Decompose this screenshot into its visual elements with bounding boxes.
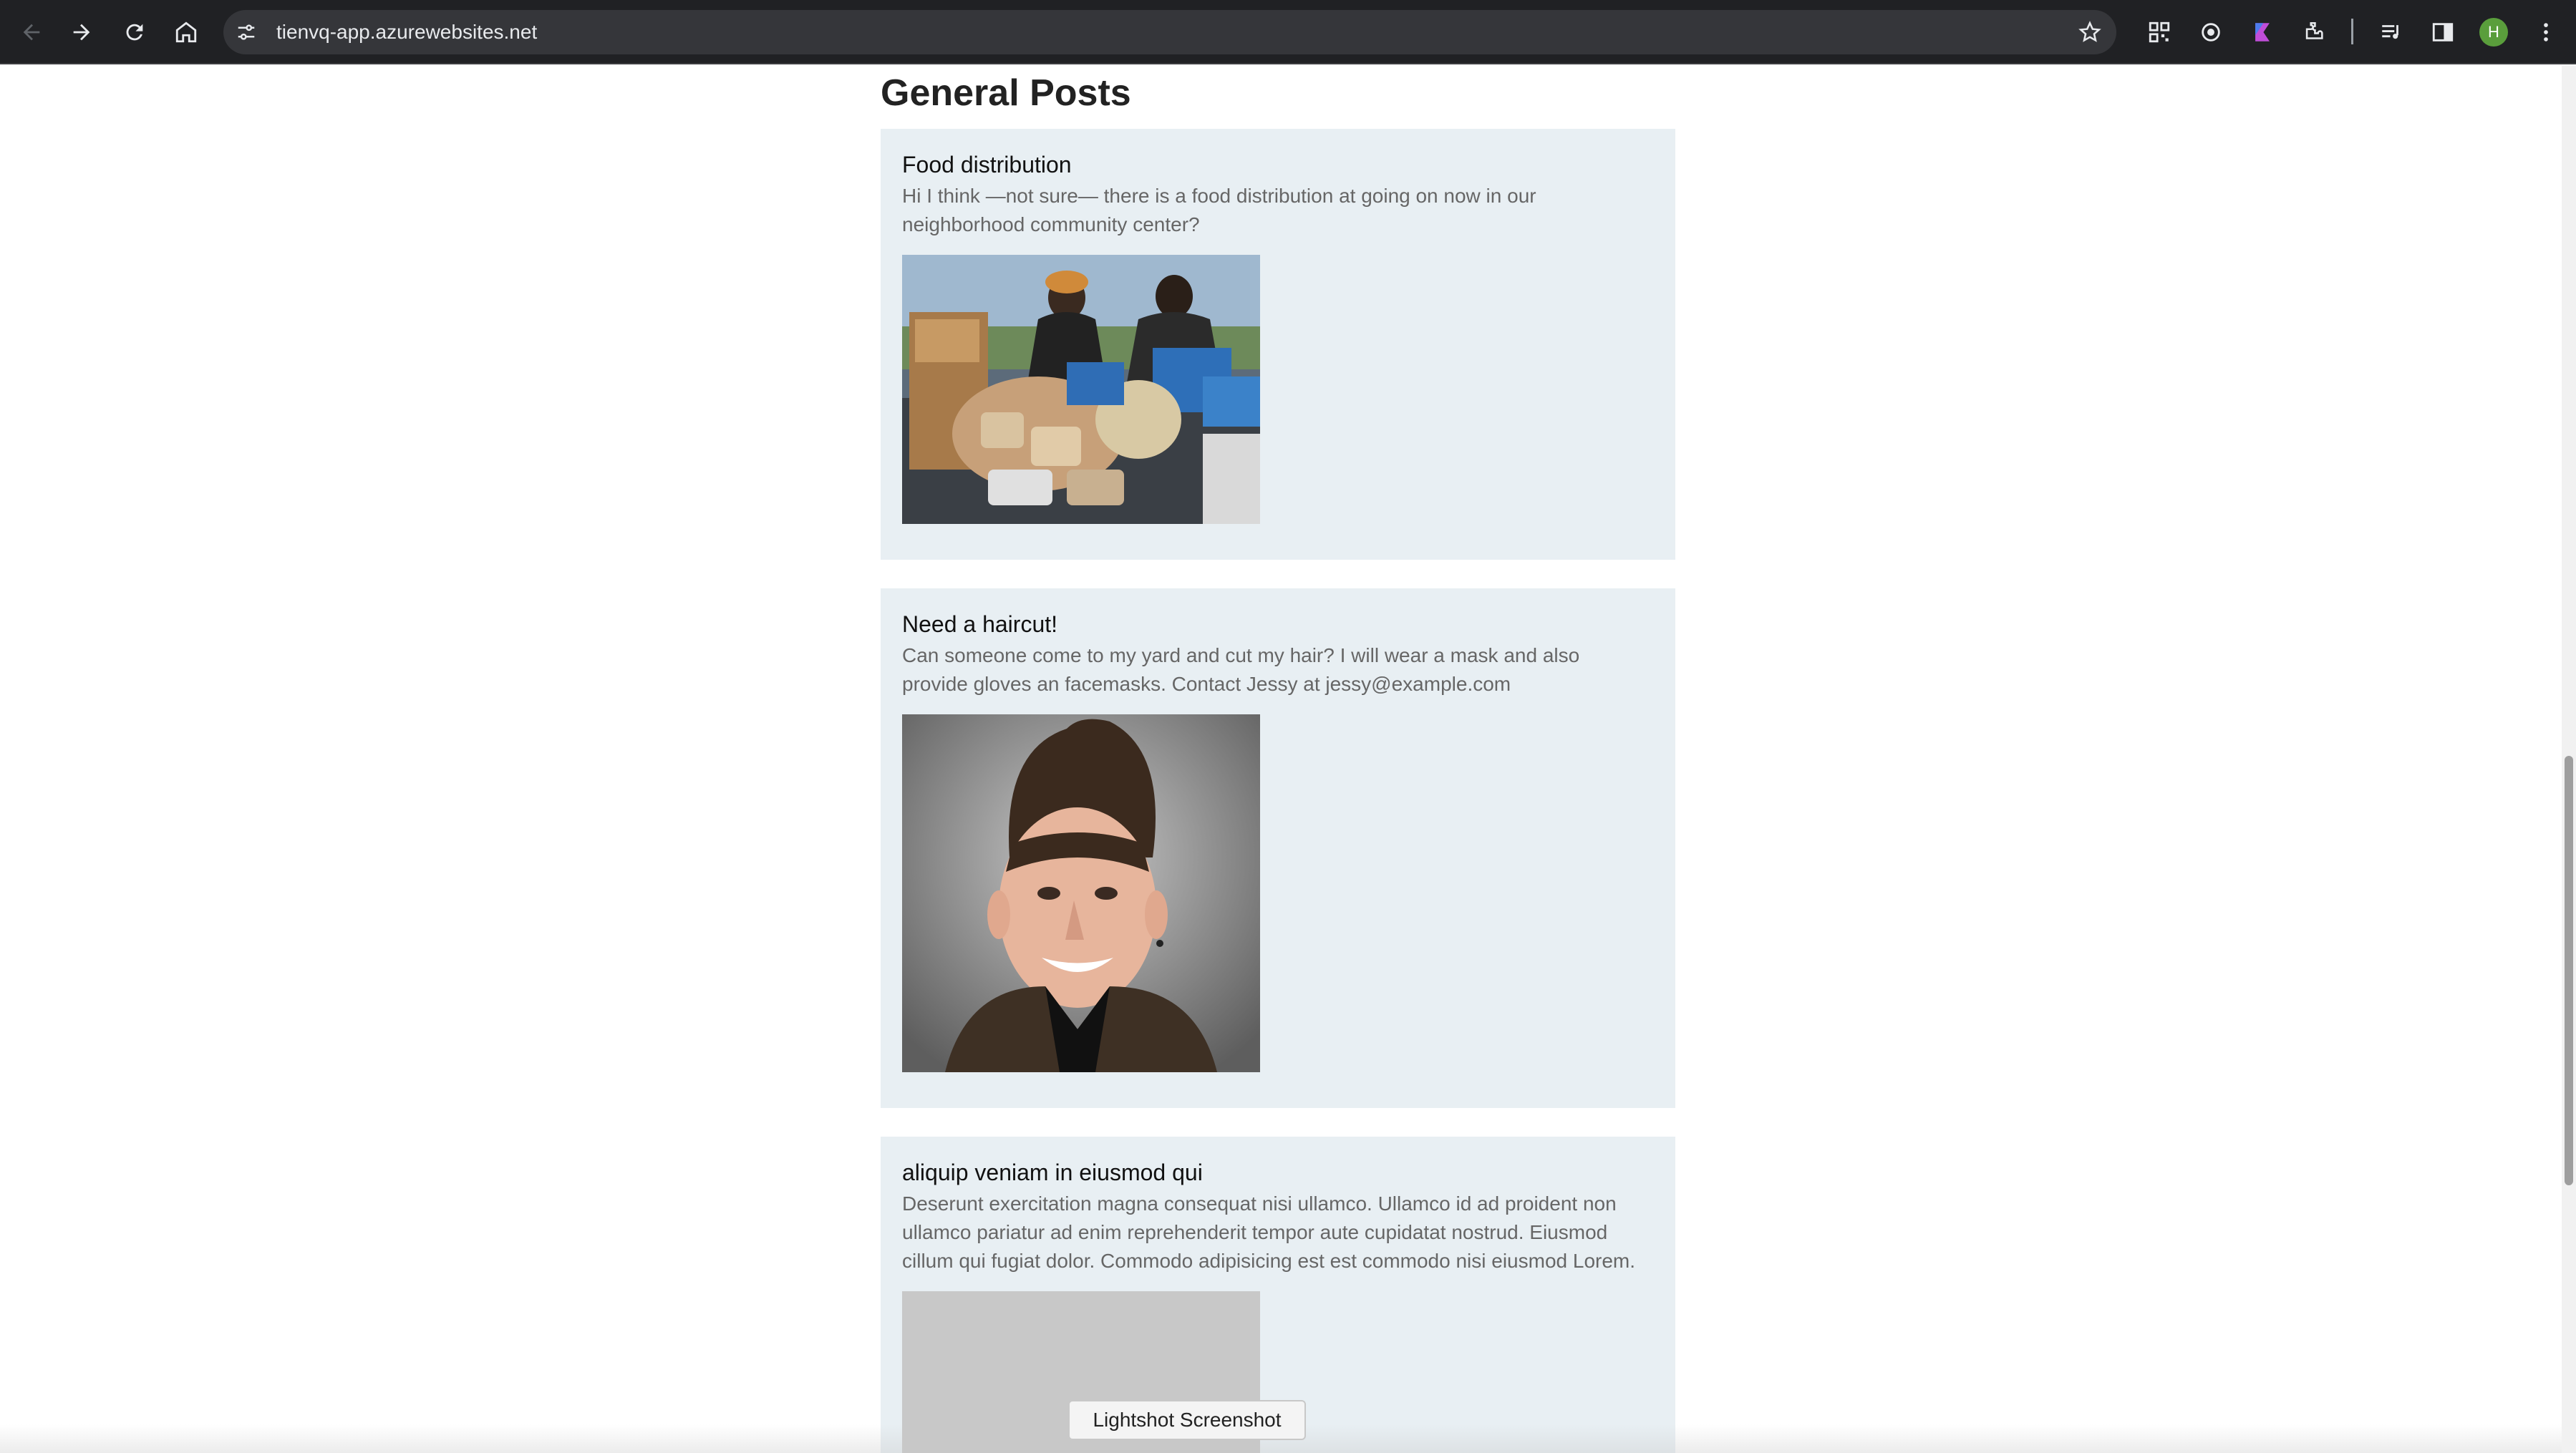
post-title: Need a haircut! bbox=[902, 611, 1058, 637]
post-body: Can someone come to my yard and cut my h… bbox=[902, 644, 1580, 695]
back-button[interactable] bbox=[14, 15, 49, 49]
home-icon bbox=[175, 21, 197, 43]
profile-avatar[interactable]: H bbox=[2479, 18, 2508, 47]
arrow-right-icon bbox=[73, 24, 90, 41]
post-card: Need a haircut! Can someone come to my y… bbox=[881, 588, 1675, 1108]
tune-icon[interactable] bbox=[233, 19, 259, 45]
side-panel-icon[interactable] bbox=[2427, 16, 2459, 48]
flag-icon[interactable] bbox=[2247, 16, 2278, 48]
browser-toolbar: tienvq-app.azurewebsites.net H bbox=[0, 0, 2576, 64]
food-distribution-photo bbox=[902, 255, 1260, 524]
target-icon[interactable] bbox=[2195, 16, 2227, 48]
post-body: Hi I think —not sure— there is a food di… bbox=[902, 185, 1536, 235]
tooltip-arrow bbox=[1177, 1439, 1197, 1449]
media-queue-icon[interactable] bbox=[2376, 16, 2407, 48]
toolbar-separator bbox=[2351, 19, 2353, 44]
qr-code-icon[interactable] bbox=[2144, 16, 2175, 48]
puzzle-icon[interactable] bbox=[2298, 16, 2330, 48]
scrollbar-thumb[interactable] bbox=[2565, 756, 2573, 1185]
post-card: Food distribution Hi I think —not sure— … bbox=[881, 129, 1675, 560]
section-title: General Posts bbox=[881, 72, 1131, 114]
forward-button[interactable] bbox=[64, 15, 99, 49]
post-title: Food distribution bbox=[902, 152, 1072, 178]
reload-button[interactable] bbox=[117, 15, 152, 49]
post-title: aliquip veniam in eiusmod qui bbox=[902, 1160, 1203, 1185]
post-body: Deserunt exercitation magna consequat ni… bbox=[902, 1192, 1636, 1272]
address-bar[interactable]: tienvq-app.azurewebsites.net bbox=[223, 10, 2116, 54]
haircut-portrait-photo bbox=[902, 714, 1260, 1072]
more-vert-icon[interactable] bbox=[2530, 16, 2562, 48]
arrow-left-icon bbox=[23, 24, 40, 41]
reload-icon bbox=[126, 24, 143, 41]
url-text[interactable]: tienvq-app.azurewebsites.net bbox=[276, 20, 537, 44]
tooltip: Lightshot Screenshot bbox=[1068, 1400, 1306, 1440]
home-button[interactable] bbox=[169, 15, 203, 49]
star-icon[interactable] bbox=[2076, 19, 2103, 46]
